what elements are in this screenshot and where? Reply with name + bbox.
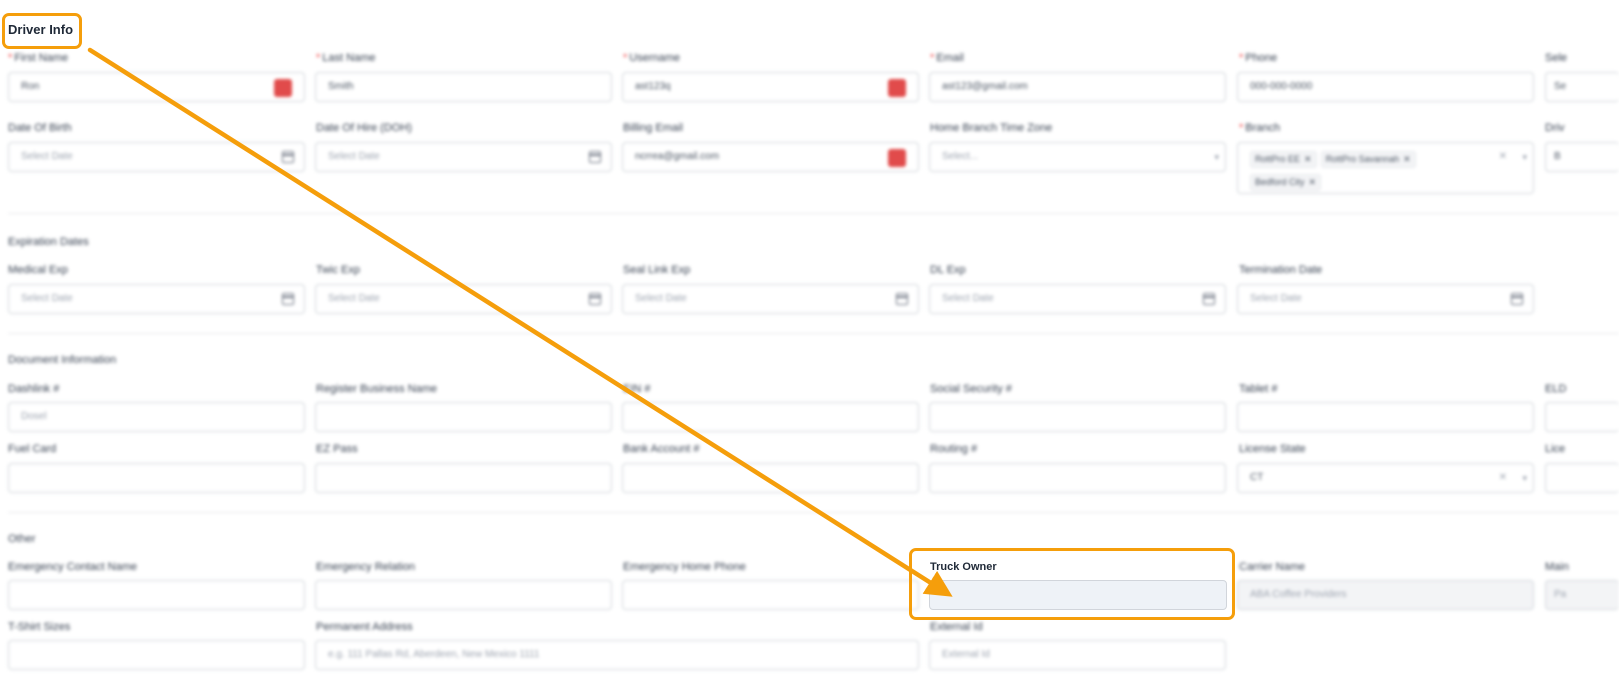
arrow-line [87, 47, 953, 597]
annotation-arrow [87, 47, 953, 597]
